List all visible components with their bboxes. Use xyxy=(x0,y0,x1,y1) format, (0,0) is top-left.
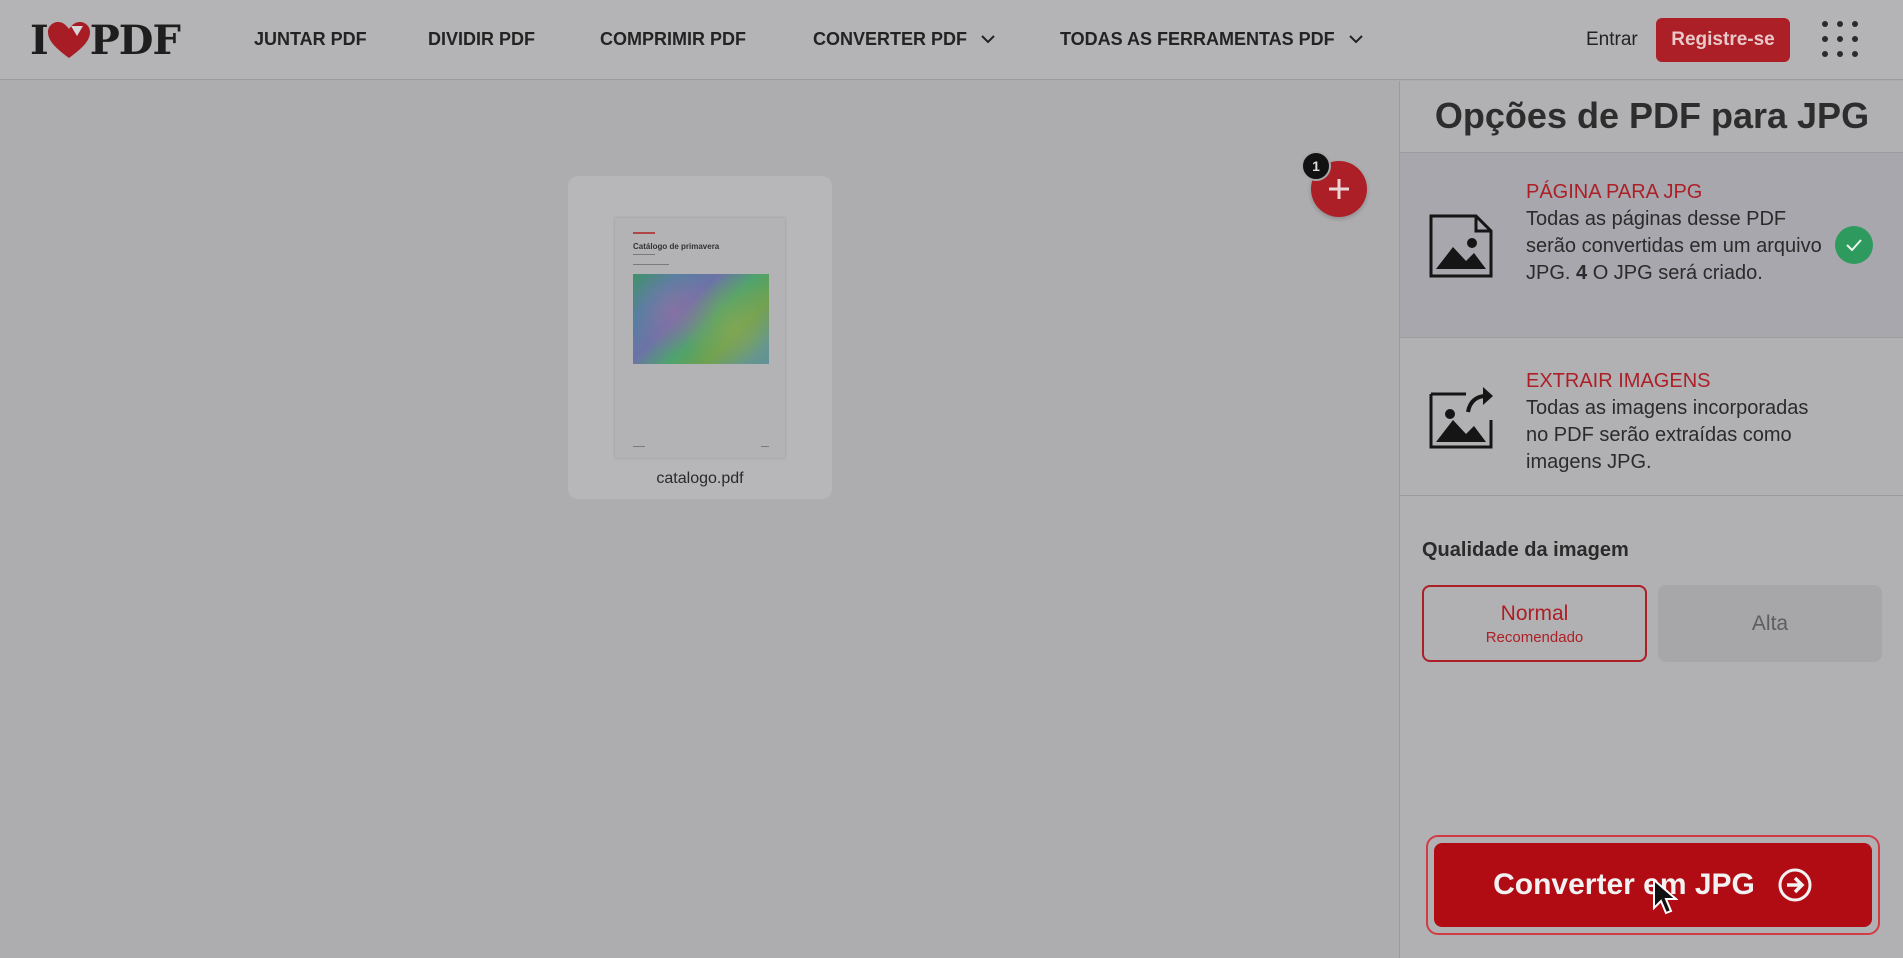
nav-label: CONVERTER PDF xyxy=(813,29,968,49)
thumb-line xyxy=(633,254,655,255)
option-heading: EXTRAIR IMAGENS xyxy=(1526,370,1711,392)
ilovepdf-logo[interactable]: I PDF xyxy=(30,17,181,64)
page-count: 4 xyxy=(1576,262,1588,284)
chevron-down-icon xyxy=(981,35,995,44)
sidebar-title: Opções de PDF para JPG xyxy=(1434,95,1870,136)
nav-converter-pdf[interactable]: CONVERTER PDF xyxy=(813,29,995,50)
mouse-cursor-icon xyxy=(1652,877,1679,921)
quality-high-button[interactable]: Alta xyxy=(1658,585,1882,662)
image-file-icon xyxy=(1428,213,1494,279)
nav-todas-ferramentas[interactable]: TODAS AS FERRAMENTAS PDF xyxy=(1060,29,1363,50)
extract-image-icon xyxy=(1428,384,1494,450)
file-count-badge: 1 xyxy=(1301,151,1331,181)
divider xyxy=(1400,495,1903,496)
thumb-line xyxy=(633,264,669,265)
signup-button[interactable]: Registre-se xyxy=(1656,18,1790,62)
option-text: EXTRAIR IMAGENS Todas as imagens incorpo… xyxy=(1526,368,1826,476)
file-name: catalogo.pdf xyxy=(656,470,744,487)
options-sidebar: Opções de PDF para JPG PÁGINA PARA JPG T… xyxy=(1399,81,1903,958)
option-description: Todas as imagens incorporadas no PDF ser… xyxy=(1526,397,1809,473)
thumb-image xyxy=(633,274,769,364)
heart-icon xyxy=(47,22,90,58)
convert-label: Converter em JPG xyxy=(1493,868,1755,901)
option-desc-after: O JPG será criado. xyxy=(1587,262,1763,284)
nav-label: TODAS AS FERRAMENTAS PDF xyxy=(1060,29,1335,49)
nav-label: JUNTAR PDF xyxy=(254,29,367,49)
quality-label: Qualidade da imagem xyxy=(1422,539,1629,561)
plus-icon xyxy=(1329,179,1349,199)
option-text: PÁGINA PARA JPG Todas as páginas desse P… xyxy=(1526,179,1826,287)
chevron-down-icon xyxy=(1348,35,1363,44)
pdf-thumbnail: Catálogo de primavera xyxy=(615,218,785,458)
checkmark-icon xyxy=(1835,226,1873,264)
quality-normal-label: Normal xyxy=(1500,601,1569,625)
thumb-footer-line xyxy=(761,446,769,447)
arrow-right-circle-icon xyxy=(1777,867,1813,903)
option-extract-images[interactable]: EXTRAIR IMAGENS Todas as imagens incorpo… xyxy=(1400,337,1903,495)
option-description: Todas as páginas desse PDF serão convert… xyxy=(1526,208,1822,284)
top-header: I PDF JUNTAR PDF DIVIDIR PDF COMPRIMIR P… xyxy=(0,0,1903,80)
thumb-footer-line xyxy=(633,446,645,447)
quality-normal-button[interactable]: Normal Recomendado xyxy=(1422,585,1647,662)
nav-label: COMPRIMIR PDF xyxy=(600,29,746,49)
file-card[interactable]: Catálogo de primavera catalogo.pdf xyxy=(568,176,832,499)
thumb-tag-line xyxy=(633,232,655,234)
logo-word-pdf: PDF xyxy=(89,16,181,64)
option-page-to-jpg[interactable]: PÁGINA PARA JPG Todas as páginas desse P… xyxy=(1400,152,1903,337)
nav-label: DIVIDIR PDF xyxy=(428,29,536,49)
option-heading: PÁGINA PARA JPG xyxy=(1526,181,1703,203)
login-link[interactable]: Entrar xyxy=(1586,29,1638,51)
thumb-title: Catálogo de primavera xyxy=(633,242,720,251)
quality-normal-sublabel: Recomendado xyxy=(1485,628,1584,646)
nav-comprimir-pdf[interactable]: COMPRIMIR PDF xyxy=(600,29,746,50)
nav-dividir-pdf[interactable]: DIVIDIR PDF xyxy=(428,29,535,50)
nav-juntar-pdf[interactable]: JUNTAR PDF xyxy=(254,29,367,50)
grid-apps-icon[interactable] xyxy=(1822,21,1858,57)
